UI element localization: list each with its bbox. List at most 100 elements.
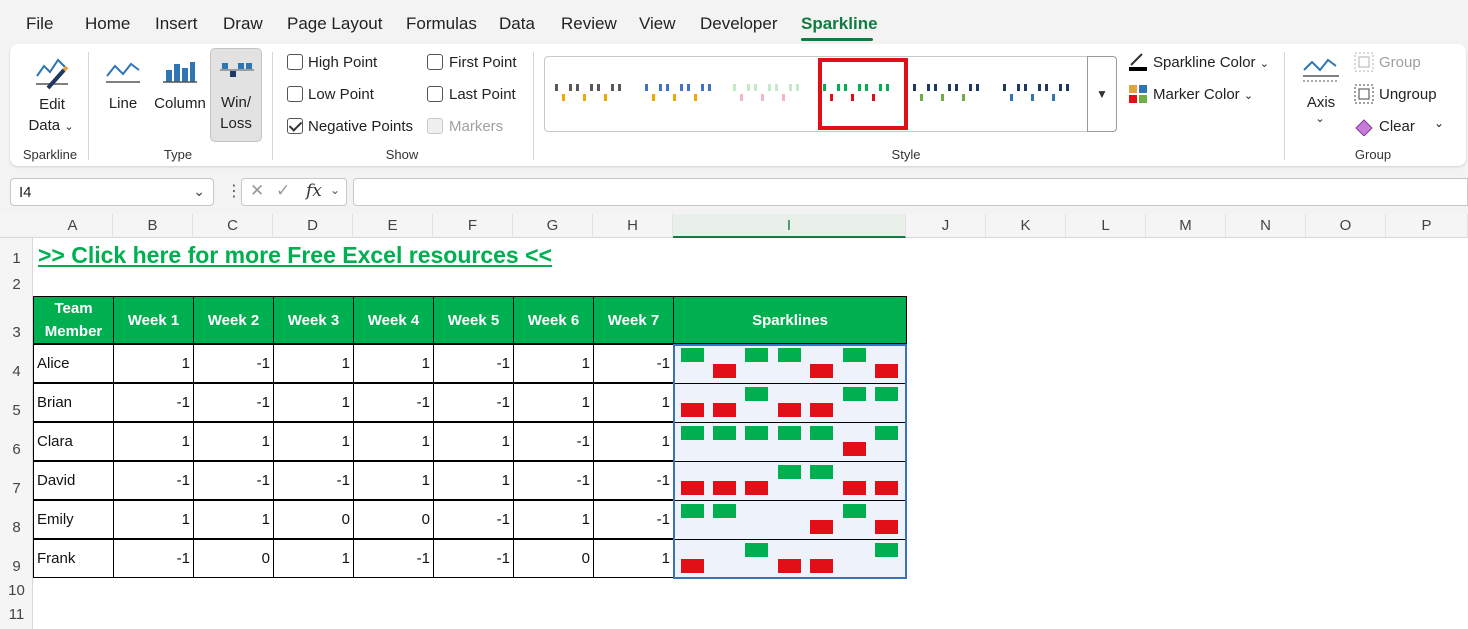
table-value-cell[interactable]: 1	[273, 422, 354, 461]
column-header-j[interactable]: J	[906, 214, 986, 238]
table-value-cell[interactable]: 1	[113, 500, 194, 539]
column-header-p[interactable]: P	[1386, 214, 1468, 238]
table-value-cell[interactable]: -1	[593, 344, 674, 383]
tab-insert[interactable]: Insert	[155, 14, 198, 34]
tab-developer[interactable]: Developer	[700, 14, 778, 34]
low-point-checkbox[interactable]	[287, 86, 303, 102]
row-header-11[interactable]: 11	[0, 606, 33, 623]
table-name-cell[interactable]: David	[33, 461, 114, 500]
table-value-cell[interactable]: 1	[513, 344, 594, 383]
row-header-10[interactable]: 10	[0, 582, 33, 599]
gallery-more-button[interactable]: ▼	[1087, 56, 1117, 132]
column-header-e[interactable]: E	[353, 214, 433, 238]
table-value-cell[interactable]: -1	[513, 422, 594, 461]
row-header-2[interactable]: 2	[0, 276, 33, 293]
style-swatch[interactable]	[645, 82, 717, 106]
table-value-cell[interactable]: 1	[513, 383, 594, 422]
column-header-a[interactable]: A	[33, 214, 113, 238]
tab-draw[interactable]: Draw	[223, 14, 263, 34]
table-value-cell[interactable]: -1	[193, 383, 274, 422]
style-swatch[interactable]	[913, 82, 985, 106]
column-header-g[interactable]: G	[513, 214, 593, 238]
formula-input[interactable]	[353, 178, 1468, 206]
style-swatch[interactable]	[1003, 82, 1075, 106]
row-header-5[interactable]: 5	[0, 402, 33, 419]
table-value-cell[interactable]: 1	[353, 461, 434, 500]
table-value-cell[interactable]: -1	[433, 539, 514, 578]
column-header-l[interactable]: L	[1066, 214, 1146, 238]
row-header-4[interactable]: 4	[0, 363, 33, 380]
table-value-cell[interactable]: 1	[593, 422, 674, 461]
table-value-cell[interactable]: 0	[193, 539, 274, 578]
table-name-cell[interactable]: Brian	[33, 383, 114, 422]
high-point-checkbox[interactable]	[287, 54, 303, 70]
last-point-checkbox[interactable]	[427, 86, 443, 102]
table-value-cell[interactable]: 1	[113, 344, 194, 383]
style-swatch[interactable]	[555, 82, 627, 106]
table-value-cell[interactable]: 1	[273, 383, 354, 422]
table-value-cell[interactable]: -1	[593, 461, 674, 500]
table-value-cell[interactable]: -1	[593, 500, 674, 539]
row-header-1[interactable]: 1	[0, 250, 33, 267]
table-value-cell[interactable]: -1	[513, 461, 594, 500]
column-header-n[interactable]: N	[1226, 214, 1306, 238]
table-value-cell[interactable]: -1	[353, 383, 434, 422]
column-header-o[interactable]: O	[1306, 214, 1386, 238]
table-value-cell[interactable]: 1	[433, 422, 514, 461]
row-header-3[interactable]: 3	[0, 324, 33, 341]
table-value-cell[interactable]: 0	[273, 500, 354, 539]
column-header-k[interactable]: K	[986, 214, 1066, 238]
table-value-cell[interactable]: 1	[593, 383, 674, 422]
table-value-cell[interactable]: 1	[353, 344, 434, 383]
table-value-cell[interactable]: -1	[193, 344, 274, 383]
more-options-icon[interactable]: ⋮	[226, 181, 242, 201]
table-value-cell[interactable]: 1	[353, 422, 434, 461]
table-name-cell[interactable]: Alice	[33, 344, 114, 383]
row-header-7[interactable]: 7	[0, 480, 33, 497]
table-value-cell[interactable]: -1	[353, 539, 434, 578]
table-name-cell[interactable]: Frank	[33, 539, 114, 578]
table-value-cell[interactable]: 1	[273, 344, 354, 383]
tab-view[interactable]: View	[639, 14, 676, 34]
table-value-cell[interactable]: 0	[353, 500, 434, 539]
insert-function-icon[interactable]: fx	[306, 181, 322, 201]
markers-checkbox[interactable]	[427, 118, 443, 134]
table-value-cell[interactable]: -1	[433, 383, 514, 422]
table-value-cell[interactable]: -1	[113, 383, 194, 422]
table-name-cell[interactable]: Emily	[33, 500, 114, 539]
table-value-cell[interactable]: 1	[273, 539, 354, 578]
style-swatch[interactable]	[733, 82, 805, 106]
tab-home[interactable]: Home	[85, 14, 130, 34]
cancel-icon[interactable]: ✕	[250, 181, 264, 201]
table-value-cell[interactable]: 0	[513, 539, 594, 578]
free-resources-link[interactable]: >> Click here for more Free Excel resour…	[38, 242, 552, 269]
negative-points-checkbox[interactable]	[287, 118, 303, 134]
table-name-cell[interactable]: Clara	[33, 422, 114, 461]
tab-formulas[interactable]: Formulas	[406, 14, 477, 34]
name-box[interactable]: I4 ⌄	[10, 178, 214, 206]
tab-data[interactable]: Data	[499, 14, 535, 34]
column-header-b[interactable]: B	[113, 214, 193, 238]
table-value-cell[interactable]: 1	[193, 422, 274, 461]
tab-review[interactable]: Review	[561, 14, 617, 34]
column-header-h[interactable]: H	[593, 214, 673, 238]
table-value-cell[interactable]: 1	[193, 500, 274, 539]
tab-page-layout[interactable]: Page Layout	[287, 14, 382, 34]
column-header-i[interactable]: I	[673, 214, 906, 238]
column-header-d[interactable]: D	[273, 214, 353, 238]
row-header-9[interactable]: 9	[0, 558, 33, 575]
tab-sparkline[interactable]: Sparkline	[801, 14, 878, 34]
first-point-checkbox[interactable]	[427, 54, 443, 70]
table-value-cell[interactable]: 1	[433, 461, 514, 500]
table-value-cell[interactable]: 1	[593, 539, 674, 578]
row-header-8[interactable]: 8	[0, 519, 33, 536]
table-value-cell[interactable]: -1	[113, 539, 194, 578]
column-header-c[interactable]: C	[193, 214, 273, 238]
table-value-cell[interactable]: 1	[113, 422, 194, 461]
table-value-cell[interactable]: -1	[273, 461, 354, 500]
table-value-cell[interactable]: -1	[433, 344, 514, 383]
row-header-6[interactable]: 6	[0, 441, 33, 458]
table-value-cell[interactable]: -1	[113, 461, 194, 500]
table-value-cell[interactable]: 1	[513, 500, 594, 539]
table-value-cell[interactable]: -1	[433, 500, 514, 539]
